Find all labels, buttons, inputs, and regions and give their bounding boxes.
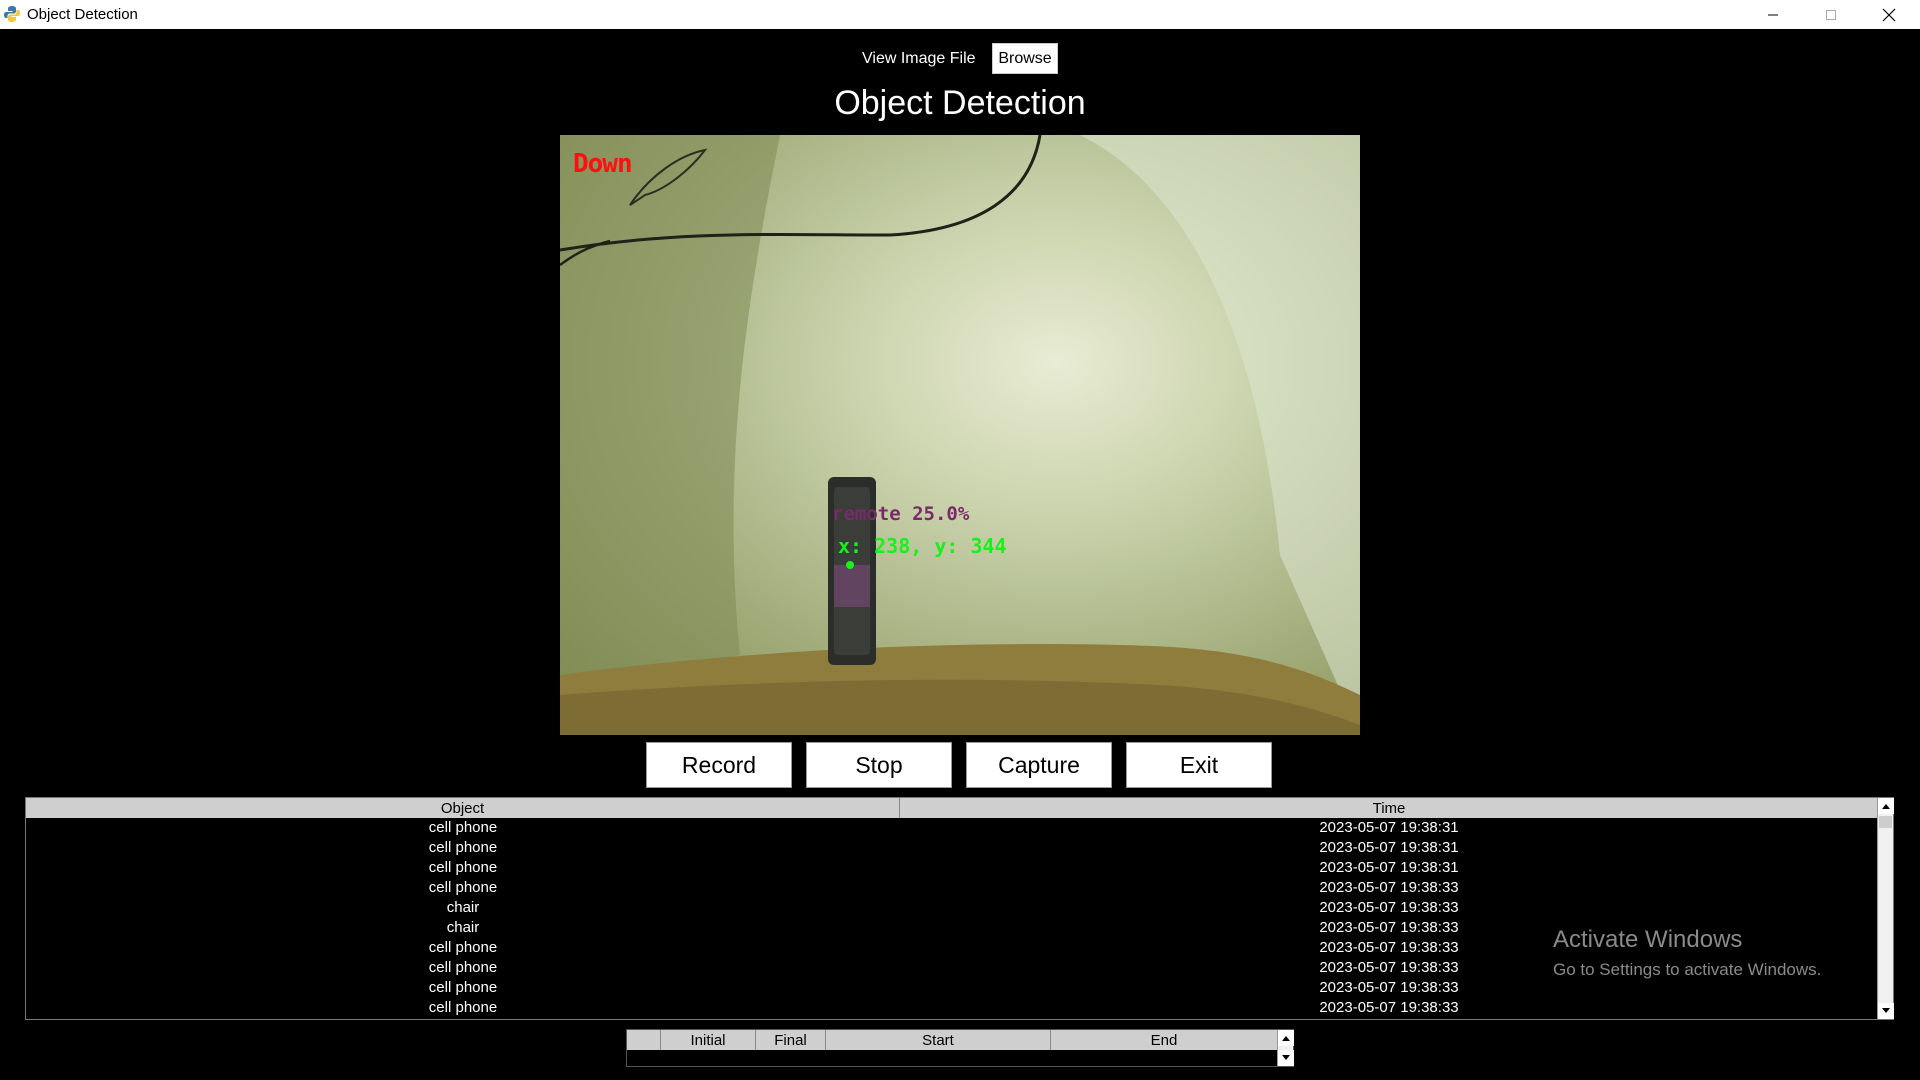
window-title: Object Detection <box>27 6 138 23</box>
detection-log-table[interactable]: Object Time cell phone 2023-05-07 19:38:3… <box>25 797 1894 1020</box>
column-header-object[interactable]: Object <box>26 798 900 818</box>
maximize-icon <box>1825 9 1837 21</box>
column-header-final[interactable]: Final <box>756 1030 826 1050</box>
coords-overlay: x: 238, y: 344 <box>838 534 1007 558</box>
scroll-down-button[interactable] <box>1278 1050 1294 1066</box>
scroll-up-button[interactable] <box>1878 798 1894 814</box>
table-header: Object Time <box>26 798 1878 818</box>
title-bar: Object Detection <box>0 0 1920 29</box>
arrow-up-icon <box>1882 804 1890 809</box>
camera-scene <box>560 135 1360 735</box>
column-header-end[interactable]: End <box>1051 1030 1277 1050</box>
camera-feed: Down remote 25.0% x: 238, y: 344 <box>560 135 1360 735</box>
cell-time: 2023-05-07 19:38:33 <box>1319 979 1459 996</box>
minimize-button[interactable] <box>1744 0 1802 29</box>
column-header-time[interactable]: Time <box>900 798 1878 818</box>
cell-time: 2023-05-07 19:38:33 <box>1319 879 1459 896</box>
cell-time: 2023-05-07 19:38:31 <box>1319 819 1459 836</box>
view-image-file-label: View Image File <box>862 50 976 67</box>
cell-time: 2023-05-07 19:38:31 <box>1319 839 1459 856</box>
activation-watermark-subtitle: Go to Settings to activate Windows. <box>1553 960 1822 979</box>
close-icon <box>1882 8 1896 22</box>
table-row[interactable]: cell phone 2023-05-07 19:38:33 <box>26 978 1878 998</box>
detection-label-overlay: remote 25.0% <box>832 503 970 525</box>
cell-object: chair <box>446 899 480 916</box>
cell-object: cell phone <box>428 959 498 976</box>
cell-object: cell phone <box>428 999 498 1016</box>
table-body: cell phone 2023-05-07 19:38:31 cell phone 2… <box>26 818 1878 1018</box>
maximize-button[interactable] <box>1802 0 1860 29</box>
record-button[interactable]: Record <box>646 742 792 788</box>
arrow-down-icon <box>1882 1008 1890 1013</box>
cell-time: 2023-05-07 19:38:31 <box>1319 859 1459 876</box>
stop-button[interactable]: Stop <box>806 742 952 788</box>
python-app-icon <box>3 5 21 23</box>
table-row[interactable]: cell phone 2023-05-07 19:38:33 <box>26 998 1878 1018</box>
movement-table-header: Initial Final Start End <box>627 1030 1277 1050</box>
cell-object: chair <box>446 919 480 936</box>
table-row[interactable]: cell phone 2023-05-07 19:38:31 <box>26 818 1878 838</box>
column-header-start[interactable]: Start <box>826 1030 1051 1050</box>
activation-watermark-title: Activate Windows <box>1553 926 1743 953</box>
cell-object: cell phone <box>428 979 498 996</box>
cell-object: cell phone <box>428 839 498 856</box>
close-button[interactable] <box>1860 0 1918 29</box>
cell-object: cell phone <box>428 819 498 836</box>
browse-button[interactable]: Browse <box>992 43 1058 74</box>
table-row[interactable]: cell phone 2023-05-07 19:38:33 <box>26 878 1878 898</box>
arrow-down-icon <box>1282 1055 1290 1060</box>
capture-button[interactable]: Capture <box>966 742 1112 788</box>
minimize-icon <box>1767 9 1779 21</box>
table-row[interactable]: cell phone 2023-05-07 19:38:31 <box>26 838 1878 858</box>
table-row[interactable]: chair 2023-05-07 19:38:33 <box>26 898 1878 918</box>
arrow-up-icon <box>1282 1036 1290 1041</box>
scrollbar-thumb[interactable] <box>1879 816 1892 828</box>
cell-object: cell phone <box>428 879 498 896</box>
cell-time: 2023-05-07 19:38:33 <box>1319 899 1459 916</box>
exit-button[interactable]: Exit <box>1126 742 1272 788</box>
scroll-up-button[interactable] <box>1278 1030 1294 1046</box>
table-row[interactable]: cell phone 2023-05-07 19:38:31 <box>26 858 1878 878</box>
status-overlay: Down <box>573 149 633 179</box>
cell-object: cell phone <box>428 939 498 956</box>
cell-time: 2023-05-07 19:38:33 <box>1319 999 1459 1016</box>
movement-table[interactable]: Initial Final Start End <box>626 1029 1294 1067</box>
column-header-initial[interactable]: Initial <box>661 1030 756 1050</box>
movement-table-scrollbar[interactable] <box>1277 1030 1294 1066</box>
page-title: Object Detection <box>834 84 1086 122</box>
table-scrollbar[interactable] <box>1877 798 1894 1019</box>
scroll-down-button[interactable] <box>1878 1003 1894 1019</box>
column-header-index[interactable] <box>627 1030 661 1050</box>
cell-object: cell phone <box>428 859 498 876</box>
